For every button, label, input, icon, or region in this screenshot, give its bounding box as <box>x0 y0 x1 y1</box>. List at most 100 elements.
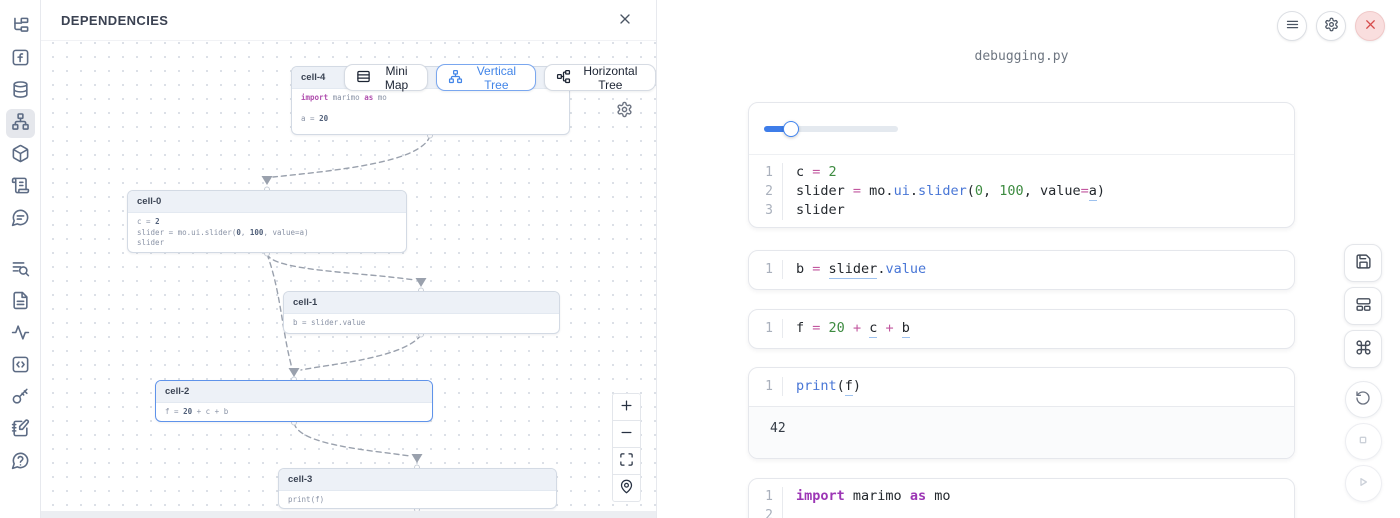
app-window: cell-4import marimo as mo a = 20cell-0c … <box>0 0 1400 518</box>
graph-node-code: c = 2slider = mo.ui.slider(0, 100, value… <box>128 213 406 253</box>
graph-node-code: import marimo as mo a = 20 <box>292 89 569 129</box>
zoom-out-icon <box>619 425 634 443</box>
layout-select-button[interactable] <box>1344 287 1382 325</box>
cells-column: 123c = 2slider = mo.ui.slider(0, 100, va… <box>748 102 1295 518</box>
zoom-in-button[interactable] <box>612 393 641 421</box>
notebook-side-actions <box>1344 244 1382 507</box>
sidebar-item-function-square[interactable] <box>6 45 35 74</box>
key-icon <box>11 387 30 411</box>
notebook-filename: debugging.py <box>748 49 1295 64</box>
sidebar-item-key[interactable] <box>6 384 35 413</box>
graph-node-cell-2[interactable]: cell-2f = 20 + c + b <box>155 380 433 422</box>
shutdown-button[interactable] <box>1355 11 1385 41</box>
line-numbers: 1 <box>749 260 783 279</box>
sidebar-item-file-tree[interactable] <box>6 13 35 42</box>
zoom-controls <box>612 393 641 502</box>
cell-slider-cell: 123c = 2slider = mo.ui.slider(0, 100, va… <box>748 102 1295 228</box>
console-output: 42 <box>749 406 1294 458</box>
close-icon <box>617 11 633 30</box>
database-icon <box>11 80 30 104</box>
sidebar-item-activity[interactable] <box>6 320 35 349</box>
code-editor[interactable]: 1b = slider.value <box>749 251 1294 289</box>
code-editor[interactable]: 1f = 20 + c + b <box>749 310 1294 348</box>
command-icon <box>1355 339 1372 359</box>
graph-settings-button[interactable] <box>616 101 633 121</box>
sidebar-item-chat[interactable] <box>6 205 35 234</box>
stop-kernel-button[interactable] <box>1345 423 1382 460</box>
cell-f-cell: 1f = 20 + c + b <box>748 309 1295 349</box>
code-editor[interactable]: 12import marimo as mo <box>749 479 1294 518</box>
gear-icon <box>1324 17 1339 35</box>
view-toggle-label: Vertical Tree <box>469 64 524 92</box>
sidebar-item-document[interactable] <box>6 288 35 317</box>
graph-node-cell-3[interactable]: cell-3print(f) <box>278 468 557 509</box>
code-text: f = 20 + c + b <box>783 319 910 338</box>
cell-b-cell: 1b = slider.value <box>748 250 1295 290</box>
stop-icon <box>1355 432 1371 451</box>
dependencies-panel: cell-4import marimo as mo a = 20cell-0c … <box>41 0 657 518</box>
graph-node-code: f = 20 + c + b <box>156 403 432 422</box>
code-box-icon <box>11 355 30 379</box>
close-panel-button[interactable] <box>614 9 636 31</box>
sidebar-item-list-search[interactable] <box>6 256 35 285</box>
panel-scrollbar-track[interactable] <box>41 511 656 518</box>
code-text: b = slider.value <box>783 260 926 279</box>
notebook-pen-icon <box>11 419 30 443</box>
vertical-tree-icon <box>448 69 463 87</box>
code-editor[interactable]: 123c = 2slider = mo.ui.slider(0, 100, va… <box>749 155 1294 227</box>
activity-icon <box>11 323 30 347</box>
slider[interactable] <box>764 126 898 132</box>
cell-import-cell: 12import marimo as mo <box>748 478 1295 518</box>
notebook-area: debugging.py 123c = 2slider = mo.ui.slid… <box>657 0 1400 518</box>
document-icon <box>11 291 30 315</box>
sidebar <box>0 0 41 518</box>
keyboard-shortcuts-button[interactable] <box>1344 330 1382 368</box>
sidebar-item-code-box[interactable] <box>6 352 35 381</box>
graph-node-title: cell-3 <box>279 469 556 491</box>
line-numbers: 123 <box>749 163 783 220</box>
graph-node-code: print(f) <box>279 491 556 509</box>
line-numbers: 1 <box>749 319 783 338</box>
notebook-settings-button[interactable] <box>1316 11 1346 41</box>
graph-node-code: b = slider.value <box>284 314 559 333</box>
view-toggle-minimap[interactable]: Mini Map <box>344 64 428 91</box>
notebook-menu-button[interactable] <box>1277 11 1307 41</box>
sidebar-item-help-circle[interactable] <box>6 448 35 477</box>
view-toggle-label: Mini Map <box>377 64 416 92</box>
code-text: c = 2slider = mo.ui.slider(0, 100, value… <box>783 163 1105 220</box>
center-node-button[interactable] <box>612 474 641 502</box>
run-all-button[interactable] <box>1345 465 1382 502</box>
sidebar-item-package[interactable] <box>6 141 35 170</box>
graph-node-cell-0[interactable]: cell-0c = 2slider = mo.ui.slider(0, 100,… <box>127 190 407 253</box>
code-editor[interactable]: 1print(f) <box>749 368 1294 406</box>
fit-view-icon <box>619 452 634 470</box>
scroll-icon <box>11 176 30 200</box>
zoom-out-button[interactable] <box>612 420 641 448</box>
undo-button[interactable] <box>1345 381 1382 418</box>
chat-icon <box>11 208 30 232</box>
graph-node-title: cell-2 <box>156 381 432 403</box>
function-square-icon <box>11 48 30 72</box>
view-toggle-group: Mini Map Vertical Tree Horizontal Tree <box>344 64 656 91</box>
cell-output <box>749 103 1294 155</box>
view-toggle-vertical-tree[interactable]: Vertical Tree <box>436 64 536 91</box>
view-toggle-label: Horizontal Tree <box>577 64 644 92</box>
dependency-graph-icon <box>11 112 30 136</box>
graph-node-title: cell-0 <box>128 191 406 213</box>
sidebar-item-dependency-graph[interactable] <box>6 109 35 138</box>
save-button[interactable] <box>1344 244 1382 282</box>
fit-view-button[interactable] <box>612 447 641 475</box>
line-numbers: 12 <box>749 487 783 518</box>
center-node-icon <box>619 479 634 497</box>
sidebar-item-notebook-pen[interactable] <box>6 416 35 445</box>
help-circle-icon <box>11 451 30 475</box>
slider-thumb[interactable] <box>783 121 799 137</box>
undo-icon <box>1355 390 1371 409</box>
horizontal-tree-icon <box>556 69 571 87</box>
graph-node-title: cell-1 <box>284 292 559 314</box>
play-icon <box>1355 474 1371 493</box>
sidebar-item-database[interactable] <box>6 77 35 106</box>
view-toggle-horizontal-tree[interactable]: Horizontal Tree <box>544 64 656 91</box>
graph-node-cell-1[interactable]: cell-1b = slider.value <box>283 291 560 334</box>
sidebar-item-scroll[interactable] <box>6 173 35 202</box>
